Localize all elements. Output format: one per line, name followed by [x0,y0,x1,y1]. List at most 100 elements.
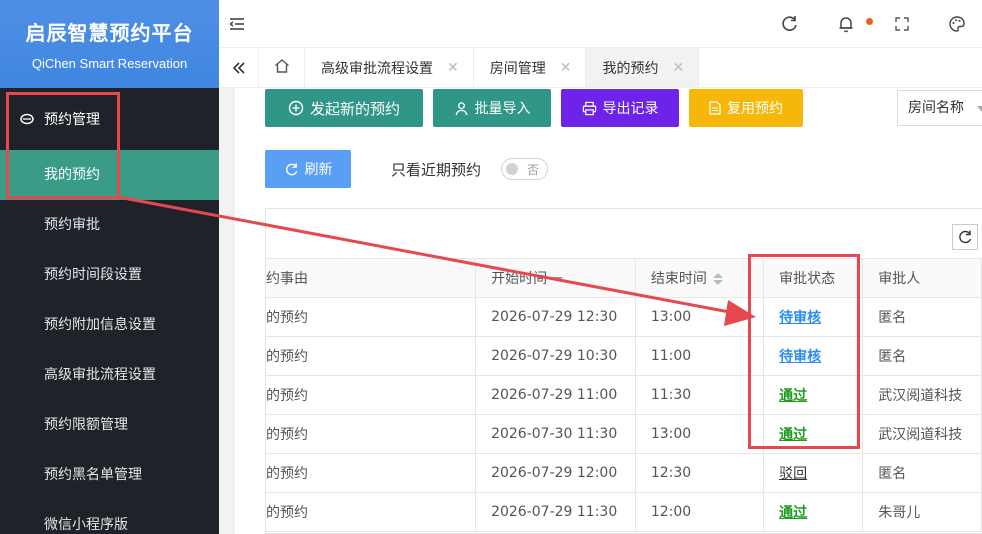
batch-import-label: 批量导入 [474,101,531,117]
refresh-button[interactable]: 刷新 [265,150,351,188]
room-name-select[interactable]: 房间名称 [897,90,982,126]
close-icon[interactable]: ✕ [447,60,459,76]
close-icon[interactable]: ✕ [672,60,684,76]
table-toolbar [266,209,982,259]
cell-end-time: 12:30 [635,453,765,493]
tab-home[interactable] [259,48,305,87]
cell-end-time: 13:00 [635,297,765,337]
cell-end-time: 11:30 [635,375,765,415]
printer-icon [582,101,596,115]
cell-start-time: 2026-07-30 11:30 [475,414,636,454]
table-refresh-button[interactable] [952,224,978,250]
tab-bar: 高级审批流程设置 ✕ 房间管理 ✕ 我的预约 ✕ [219,48,982,88]
cell-reason: 的预约 [266,375,477,415]
cell-approver: 朱哥儿 [862,492,982,532]
cell-status: 通过 [763,492,864,532]
header-approver: 审批人 [862,259,982,298]
sidebar-item-quota[interactable]: 预约限额管理 [0,400,219,450]
export-records-button[interactable]: 导出记录 [561,89,679,127]
cell-approver: 匿名 [862,453,982,493]
theme-palette-icon[interactable] [947,14,967,34]
table-row: 的预约 2026-07-30 11:30 13:00 通过 武汉阅道科技 [266,414,982,454]
table-row: 的预约 2026-07-29 11:30 12:00 通过 朱哥儿 [266,492,982,532]
reservation-table: 约事由 开始时间 结束时间 审批状态 审批人 的预约 2026-07-29 12… [265,208,982,534]
sidebar-item-extra-info[interactable]: 预约附加信息设置 [0,300,219,350]
sidebar: 启辰智慧预约平台 QiChen Smart Reservation 预约管理 我… [0,0,219,534]
cell-reason: 的预约 [266,336,477,376]
cell-end-time: 11:00 [635,336,765,376]
brand-title: 启辰智慧预约平台 [25,21,194,45]
cell-start-time: 2026-07-29 12:30 [475,297,636,337]
refresh-icon[interactable] [780,14,800,34]
status-link-approved[interactable]: 通过 [779,505,807,521]
collapse-menu-icon[interactable] [227,14,247,34]
cell-approver: 匿名 [862,297,982,337]
document-icon [709,101,721,115]
batch-import-button[interactable]: 批量导入 [433,89,551,127]
cell-approver: 匿名 [862,336,982,376]
brand-header: 启辰智慧预约平台 QiChen Smart Reservation [0,0,219,88]
cell-start-time: 2026-07-29 11:30 [475,492,636,532]
table-row: 的预约 2026-07-29 12:30 13:00 待审核 匿名 [266,297,982,337]
new-reservation-button[interactable]: 发起新的预约 [265,89,423,127]
header-end-time[interactable]: 结束时间 [635,259,765,298]
tab-advanced-flow[interactable]: 高级审批流程设置 ✕ [305,48,474,87]
refresh-icon [285,162,297,175]
status-link-rejected[interactable]: 驳回 [779,466,807,482]
sidebar-item-blacklist[interactable]: 预约黑名单管理 [0,450,219,500]
switch-knob [506,163,518,175]
tab-label: 房间管理 [489,60,546,77]
recent-only-switch[interactable]: 否 [501,158,548,180]
table-row: 的预约 2026-07-29 10:30 11:00 待审核 匿名 [266,336,982,376]
cell-approver: 武汉阅道科技 [862,375,982,415]
cell-status: 驳回 [763,453,864,493]
tab-room-management[interactable]: 房间管理 ✕ [474,48,587,87]
recent-only-label: 只看近期预约 [391,161,482,179]
header-reason: 约事由 [266,259,477,298]
cell-approver: 武汉阅道科技 [862,414,982,454]
export-records-label: 导出记录 [602,101,659,117]
sidebar-item-advanced-flow[interactable]: 高级审批流程设置 [0,350,219,400]
highlight-box-status [748,254,860,449]
cell-end-time: 12:00 [635,492,765,532]
reservation-panel: 发起新的预约 批量导入 导出记录 复用预约 房间名称 刷新 只看近期预约 否 约… [235,88,982,534]
cell-reason: 的预约 [266,297,477,337]
table-row: 的预约 2026-07-29 12:00 12:30 驳回 匿名 [266,453,982,493]
highlight-box-menu [6,92,120,199]
caret-down-icon [977,106,982,112]
cell-start-time: 2026-07-29 12:00 [475,453,636,493]
tab-label: 高级审批流程设置 [321,60,433,77]
sidebar-item-time-slots[interactable]: 预约时间段设置 [0,250,219,300]
sort-icon[interactable] [712,272,723,285]
tab-my-reservations[interactable]: 我的预约 ✕ [586,48,700,87]
sort-icon[interactable] [553,273,564,285]
sidebar-item-wechat-miniprogram[interactable]: 微信小程序版 [0,500,219,534]
main-content: 发起新的预约 批量导入 导出记录 复用预约 房间名称 刷新 只看近期预约 否 约… [219,88,982,534]
tabs-scroll-left-button[interactable] [219,48,259,87]
reuse-reservation-label: 复用预约 [727,101,783,117]
table-row: 的预约 2026-07-29 11:00 11:30 通过 武汉阅道科技 [266,375,982,415]
header-end-time-label: 结束时间 [650,270,707,287]
tab-label: 我的预约 [602,60,659,77]
notification-dot [866,18,873,25]
bell-icon[interactable] [836,14,856,34]
cell-end-time: 13:00 [635,414,765,454]
sidebar-item-approval[interactable]: 预约审批 [0,200,219,250]
cell-start-time: 2026-07-29 11:00 [475,375,636,415]
reuse-reservation-button[interactable]: 复用预约 [689,89,803,127]
user-icon [455,101,467,115]
refresh-icon [959,230,972,244]
cell-reason: 的预约 [266,453,477,493]
home-icon [273,57,291,79]
cell-reason: 的预约 [266,492,477,532]
cell-reason: 的预约 [266,414,477,454]
refresh-label: 刷新 [304,162,333,178]
brand-subtitle: QiChen Smart Reservation [31,56,188,71]
close-icon[interactable]: ✕ [560,60,572,76]
data-table: 约事由 开始时间 结束时间 审批状态 审批人 的预约 2026-07-29 12… [266,259,982,532]
header-start-time[interactable]: 开始时间 [475,259,636,298]
table-header-row: 约事由 开始时间 结束时间 审批状态 审批人 [266,259,982,298]
room-name-select-value: 房间名称 [908,100,964,116]
fullscreen-icon[interactable] [892,14,912,34]
cell-start-time: 2026-07-29 10:30 [475,336,636,376]
